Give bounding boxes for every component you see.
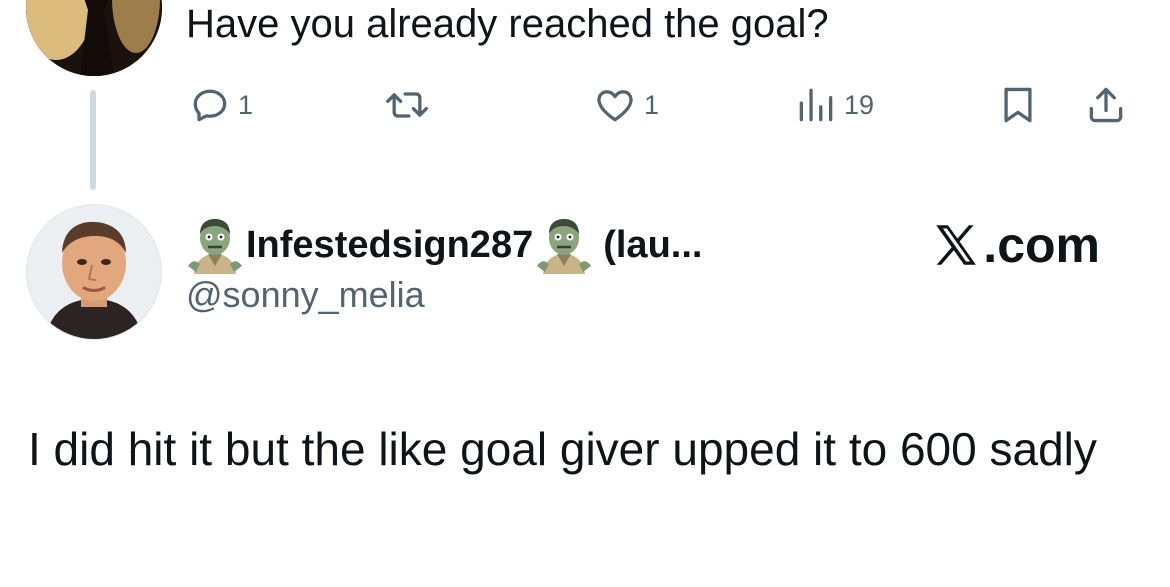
reply-author-avatar[interactable]: [26, 204, 162, 340]
previous-tweet-text: Have you already reached the goal?: [186, 2, 829, 46]
views-chart-icon: [799, 88, 833, 122]
reply-count: 1: [238, 89, 254, 120]
reply-author-handle[interactable]: @sonny_melia: [186, 274, 425, 316]
tweet-thread: Have you already reached the goal? 1 1 1…: [0, 0, 1170, 587]
avatar-portrait-image: [27, 205, 161, 339]
views-button[interactable]: 19: [794, 82, 874, 128]
bookmark-icon: [1004, 87, 1032, 123]
reply-author-name-row[interactable]: Infestedsign287 (lau...: [184, 214, 702, 276]
thread-connector-line: [90, 90, 96, 190]
reply-icon: [193, 89, 227, 122]
reply-tweet-text: I did hit it but the like goal giver upp…: [28, 423, 1097, 475]
heart-icon: [597, 90, 633, 122]
zombie-emoji-icon: [537, 219, 592, 274]
retweet-icon: [386, 92, 428, 118]
retweet-button[interactable]: [382, 82, 438, 128]
previous-author-avatar[interactable]: [26, 0, 162, 76]
share-icon: [1089, 87, 1123, 123]
share-button[interactable]: [1084, 82, 1128, 128]
bookmark-button[interactable]: [996, 82, 1040, 128]
like-button[interactable]: 1: [592, 82, 659, 128]
reply-display-name: Infestedsign287: [246, 223, 534, 266]
x-com-watermark: .com: [929, 216, 1100, 274]
tweet-action-bar: 1 1 19: [186, 82, 1136, 128]
reply-display-name-suffix: (lau...: [603, 223, 703, 266]
previous-avatar-image: [26, 0, 162, 76]
views-count: 19: [844, 89, 875, 120]
zombie-emoji-icon: [188, 219, 242, 274]
brand-domain-label: .com: [983, 217, 1100, 273]
x-logo-icon: [936, 225, 977, 265]
like-count: 1: [644, 89, 660, 120]
reply-button[interactable]: 1: [188, 82, 253, 128]
